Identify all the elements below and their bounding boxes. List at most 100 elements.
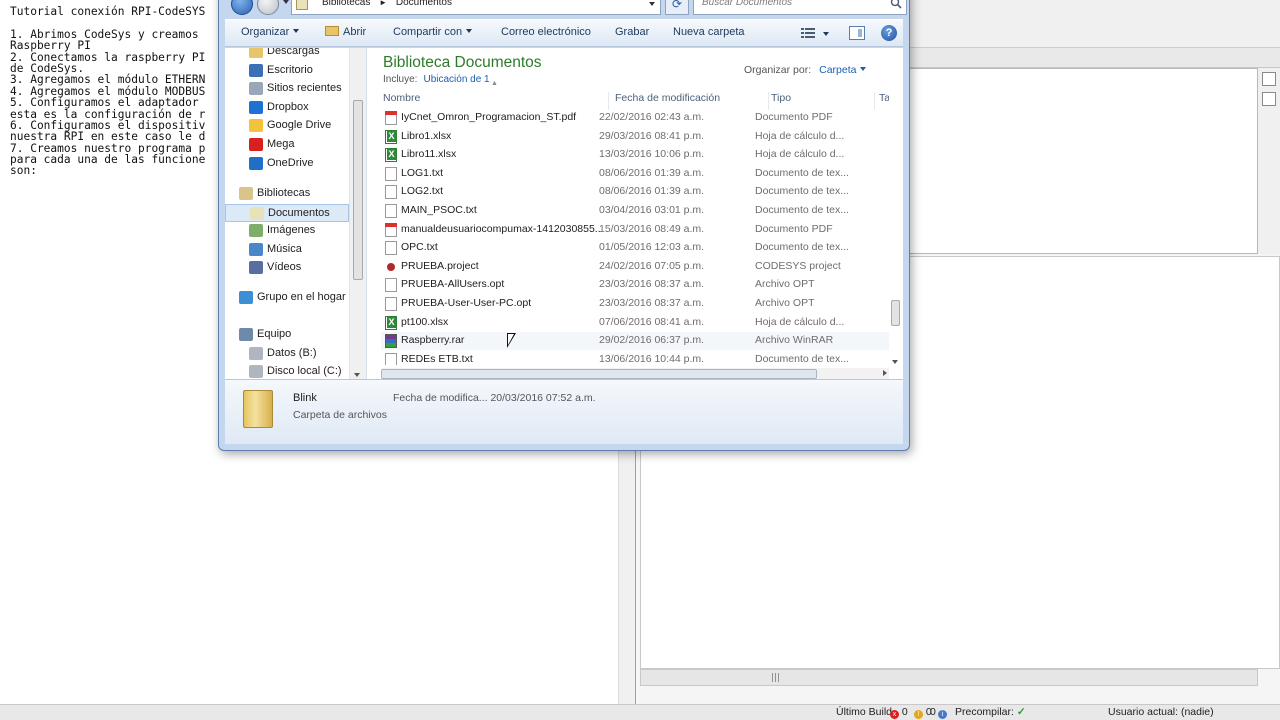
file-row[interactable]: OPC.txt 01/05/2016 12:03 a.m. Documento de… xyxy=(381,239,889,257)
file-name: LOG2.txt xyxy=(401,185,444,198)
library-icon xyxy=(296,0,308,10)
nav-item-favorite[interactable]: Sitios recientes xyxy=(225,80,349,98)
sort-caret-icon: ▲ xyxy=(491,80,498,87)
nav-item-drive[interactable]: Disco local (C:) xyxy=(225,363,349,379)
includes-link[interactable]: Ubicación de 1 xyxy=(423,74,489,85)
nav-item-favorite[interactable]: OneDrive xyxy=(225,155,349,173)
nav-item-favorite[interactable]: Mega xyxy=(225,136,349,154)
nav-item-label: OneDrive xyxy=(267,156,314,169)
file-date: 29/03/2016 08:41 p.m. xyxy=(599,129,705,142)
nav-icon xyxy=(250,206,264,220)
nav-icon xyxy=(249,261,263,275)
precompile-label[interactable]: Precompilar: ✓ xyxy=(955,706,1026,718)
file-name: PRUEBA-User-User-PC.opt xyxy=(401,297,532,309)
file-type: Hoja de cálculo d... xyxy=(755,129,845,142)
nav-item-drive[interactable]: Datos (B:) xyxy=(225,345,349,363)
nav-item-label: Imágenes xyxy=(267,224,316,237)
history-dropdown-icon[interactable] xyxy=(283,0,289,4)
properties-icon[interactable] xyxy=(1262,72,1276,86)
nav-item-library[interactable]: Vídeos xyxy=(225,259,349,277)
hscroll-thumb[interactable] xyxy=(381,369,817,379)
file-row[interactable]: Libro1.xlsx 29/03/2016 08:41 p.m. Hoja de … xyxy=(381,128,889,146)
nav-item-favorite[interactable]: Dropbox xyxy=(225,99,349,117)
file-type: Documento PDF xyxy=(755,222,833,235)
open-button[interactable]: Abrir xyxy=(325,26,366,38)
file-row[interactable]: LOG1.txt 08/06/2016 01:39 a.m. Documento d… xyxy=(381,165,889,183)
organize-button[interactable]: Organizar xyxy=(241,26,300,38)
nav-icon xyxy=(249,365,263,379)
file-row[interactable]: Raspberry.rar 29/02/2016 06:37 p.m. Archiv… xyxy=(381,332,889,351)
file-list: IyCnet_Omron_Programacion_ST.pdf 22/02/20… xyxy=(381,111,889,365)
nav-item-library[interactable]: Imágenes xyxy=(225,222,349,240)
file-name: Libro1.xlsx xyxy=(401,129,452,142)
message-count[interactable]: i xyxy=(938,706,947,719)
share-button[interactable]: Compartir con xyxy=(393,26,473,38)
preview-pane-icon[interactable] xyxy=(849,26,865,40)
file-txt-icon xyxy=(385,204,397,218)
nav-icon xyxy=(249,224,263,238)
file-row[interactable]: PRUEBA-User-User-PC.opt 23/03/2016 08:37 … xyxy=(381,295,889,313)
nav-item-label: Descargas xyxy=(267,48,320,57)
scroll-thumb[interactable] xyxy=(891,300,900,326)
nav-icon xyxy=(239,328,253,341)
current-user: Usuario actual: (nadie) xyxy=(1108,706,1214,718)
file-row[interactable]: pt100.xlsx 07/06/2016 08:41 a.m. Hoja de c… xyxy=(381,314,889,332)
nav-icon xyxy=(249,242,263,256)
file-row[interactable]: Libro11.xlsx 13/03/2016 10:06 p.m. Hoja de… xyxy=(381,146,889,164)
file-type: Hoja de cálculo d... xyxy=(755,315,845,328)
arrange-by-dropdown[interactable]: Carpeta xyxy=(819,64,867,76)
nav-item-label: Dropbox xyxy=(267,100,309,113)
file-row[interactable]: IyCnet_Omron_Programacion_ST.pdf 22/02/20… xyxy=(381,111,889,127)
nav-item-label: Música xyxy=(267,242,302,255)
view-icon[interactable] xyxy=(1262,92,1276,106)
column-modified[interactable]: Fecha de modificación xyxy=(615,92,769,110)
column-name[interactable]: Nombre xyxy=(383,92,609,110)
nav-item-homegroup[interactable]: Grupo en el hogar xyxy=(225,289,349,307)
address-dropdown-icon[interactable] xyxy=(649,2,655,6)
nav-item-library[interactable]: Documentos xyxy=(225,203,349,222)
nav-item-favorite[interactable]: Escritorio xyxy=(225,62,349,80)
column-type[interactable]: Tipo xyxy=(771,92,875,110)
nav-item-label: Equipo xyxy=(257,328,292,340)
breadcrumb[interactable]: Bibliotecas ► Documentos xyxy=(322,0,452,8)
file-xlsx-icon xyxy=(385,129,397,144)
file-date: 13/06/2016 10:44 p.m. xyxy=(599,352,705,365)
file-list-pane: Biblioteca Documentos Incluye: Ubicación … xyxy=(367,48,903,380)
file-row[interactable]: PRUEBA-AllUsers.opt 23/03/2016 08:37 a.m.… xyxy=(381,276,889,294)
search-box[interactable]: Buscar Documentos xyxy=(693,0,907,15)
nav-item-favorite[interactable]: Descargas xyxy=(225,48,349,61)
email-button[interactable]: Correo electrónico xyxy=(501,26,591,38)
file-list-scrollbar[interactable] xyxy=(889,92,903,366)
error-count[interactable]: x 0 xyxy=(890,706,908,719)
view-dropdown-icon[interactable] xyxy=(823,32,829,36)
scroll-down-icon[interactable] xyxy=(354,373,360,377)
scroll-thumb[interactable] xyxy=(353,100,363,280)
search-input[interactable]: Buscar Documentos xyxy=(702,0,792,8)
file-row[interactable]: PRUEBA.project 24/02/2016 07:05 p.m. CODES… xyxy=(381,258,889,276)
view-options-icon[interactable] xyxy=(801,27,815,39)
file-name: PRUEBA-AllUsers.opt xyxy=(401,278,505,291)
scroll-right-icon[interactable] xyxy=(883,370,887,376)
nav-item-label: Mega xyxy=(267,138,295,150)
file-row[interactable]: MAIN_PSOC.txt 03/04/2016 03:01 p.m. Docume… xyxy=(381,202,889,220)
nav-item-library[interactable]: Música xyxy=(225,241,349,259)
refresh-button[interactable]: ⟳ xyxy=(665,0,689,15)
search-icon[interactable] xyxy=(890,0,902,9)
file-txt-icon xyxy=(385,297,397,311)
notepad-text[interactable]: Tutorial conexión RPI-CodeSYS 1. Abrimos … xyxy=(10,5,205,177)
forward-button[interactable] xyxy=(257,0,279,15)
nav-item-favorite[interactable]: Google Drive xyxy=(225,117,349,135)
navigation-scrollbar[interactable] xyxy=(349,48,366,379)
address-bar[interactable]: Bibliotecas ► Documentos xyxy=(291,0,661,15)
help-icon[interactable]: ? xyxy=(881,25,897,41)
nav-item-libraries[interactable]: Bibliotecas xyxy=(225,185,349,203)
file-row[interactable]: manualdeusuariocompumax-1412030855... 15/… xyxy=(381,221,889,239)
ide-hscrollbar[interactable]: ||| xyxy=(640,669,1258,686)
nav-item-computer[interactable]: Equipo xyxy=(225,326,349,344)
file-row[interactable]: REDEs ETB.txt 13/06/2016 10:44 p.m. Docume… xyxy=(381,351,889,365)
file-row[interactable]: LOG2.txt 08/06/2016 01:39 a.m. Documento d… xyxy=(381,183,889,201)
scroll-down-icon[interactable] xyxy=(892,360,898,364)
burn-button[interactable]: Grabar xyxy=(615,26,649,38)
back-button[interactable] xyxy=(231,0,253,15)
new-folder-button[interactable]: Nueva carpeta xyxy=(673,26,745,38)
